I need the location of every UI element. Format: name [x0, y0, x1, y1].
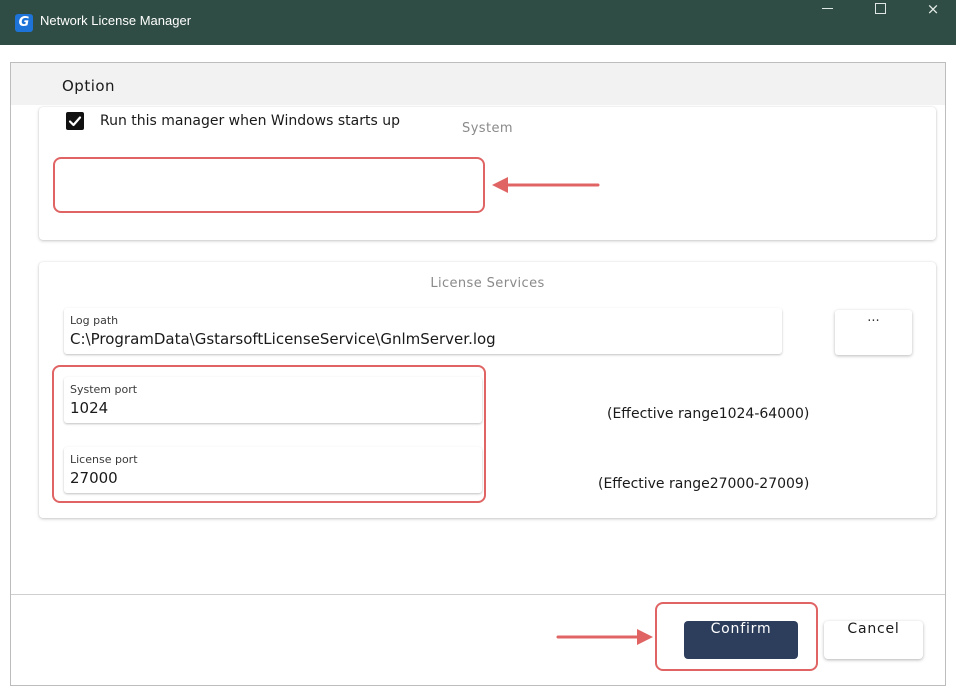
close-button[interactable]: ×: [910, 0, 956, 45]
dialog-title: Option: [62, 77, 116, 95]
option-dialog: Option System License Services Log path …: [10, 62, 946, 686]
app-logo-icon: G: [15, 14, 33, 32]
cancel-button[interactable]: Cancel: [824, 621, 923, 659]
run-on-startup-checkbox[interactable]: [66, 112, 84, 130]
window-title: Network License Manager: [40, 13, 192, 28]
title-bar: G Network License Manager ×: [0, 0, 956, 45]
log-path-input[interactable]: C:\ProgramData\GstarsoftLicenseService\G…: [70, 330, 496, 348]
log-path-label: Log path: [70, 314, 119, 327]
maximize-icon: [874, 2, 886, 14]
close-icon: ×: [926, 0, 940, 18]
log-path-field[interactable]: Log path C:\ProgramData\GstarsoftLicense…: [64, 308, 782, 354]
minimize-icon: [821, 8, 833, 9]
minimize-button[interactable]: [804, 0, 850, 45]
license-services-section-title: License Services: [430, 276, 545, 291]
license-port-label: License port: [70, 453, 138, 466]
license-port-range: (Effective range27000-27009): [598, 476, 810, 492]
system-port-field[interactable]: System port 1024: [64, 377, 482, 423]
confirm-button[interactable]: Confirm: [684, 621, 798, 659]
checkmark-icon: [68, 116, 82, 127]
footer-divider: [11, 594, 945, 595]
dialog-header: Option: [11, 63, 945, 105]
maximize-button[interactable]: [857, 0, 903, 45]
license-port-input[interactable]: 27000: [70, 469, 118, 487]
system-port-range: (Effective range1024-64000): [607, 406, 810, 422]
license-port-field[interactable]: License port 27000: [64, 447, 482, 493]
system-port-label: System port: [70, 383, 138, 396]
run-on-startup-label[interactable]: Run this manager when Windows starts up: [100, 113, 400, 129]
browse-log-path-button[interactable]: ...: [835, 310, 912, 355]
system-port-input[interactable]: 1024: [70, 399, 108, 417]
